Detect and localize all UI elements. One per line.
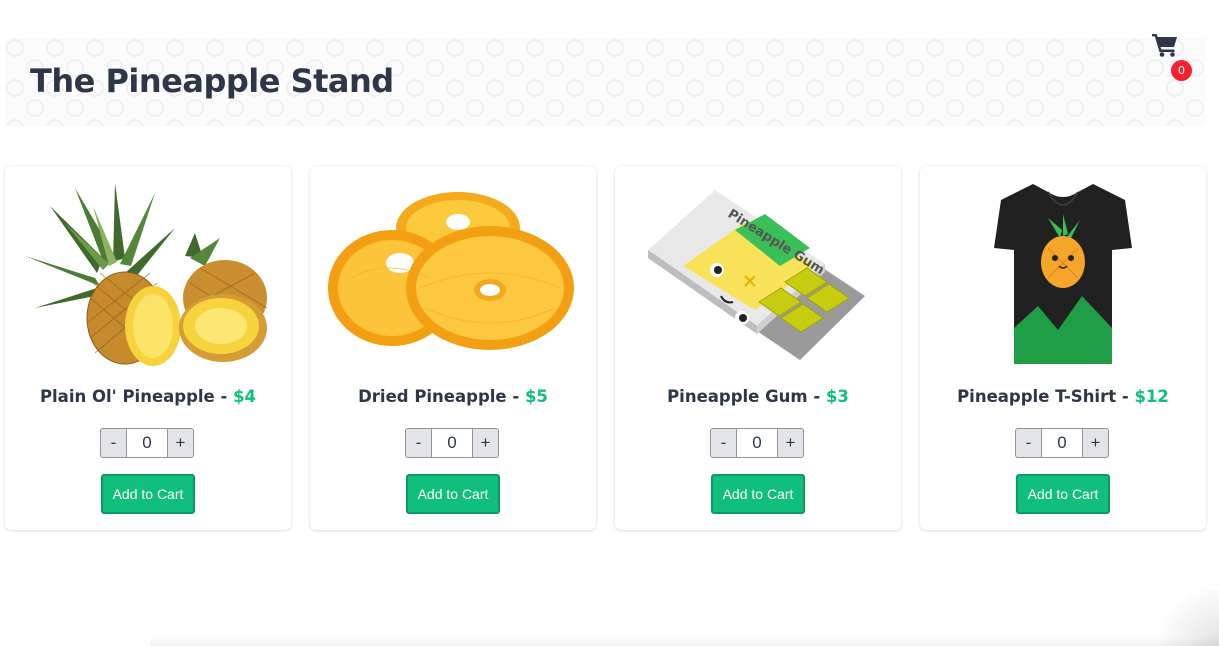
cart-count-badge: 0 bbox=[1171, 60, 1192, 81]
product-name: Pineapple Gum - $3 bbox=[667, 387, 849, 406]
add-to-cart-button[interactable]: Add to Cart bbox=[711, 474, 805, 514]
whole-pineapple-image bbox=[25, 183, 268, 366]
product-price: $5 bbox=[524, 387, 548, 406]
product-card: Dried Pineapple - $5 - 0 + Add to Cart bbox=[310, 166, 596, 530]
dried-pineapple-rings-image bbox=[328, 192, 574, 350]
site-title: The Pineapple Stand bbox=[30, 62, 394, 100]
product-price: $3 bbox=[825, 387, 849, 406]
increment-button[interactable]: + bbox=[472, 428, 499, 458]
increment-button[interactable]: + bbox=[777, 428, 804, 458]
product-card: Plain Ol' Pineapple - $4 - 0 + Add to Ca… bbox=[5, 166, 291, 530]
product-name: Pineapple T-Shirt - $12 bbox=[957, 387, 1169, 406]
quantity-input[interactable]: 0 bbox=[432, 428, 472, 458]
product-card: Pineapple Gum Pineapple Gum - $3 - 0 + A… bbox=[615, 166, 901, 530]
product-price: $4 bbox=[233, 387, 257, 406]
quantity-stepper: - 0 + bbox=[100, 428, 196, 458]
quantity-stepper: - 0 + bbox=[405, 428, 501, 458]
increment-button[interactable]: + bbox=[167, 428, 194, 458]
decrement-button[interactable]: - bbox=[100, 428, 127, 458]
quantity-stepper: - 0 + bbox=[710, 428, 806, 458]
quantity-stepper: - 0 + bbox=[1015, 428, 1111, 458]
shopping-cart-icon[interactable] bbox=[1151, 31, 1179, 57]
add-to-cart-button[interactable]: Add to Cart bbox=[406, 474, 500, 514]
add-to-cart-button[interactable]: Add to Cart bbox=[101, 474, 195, 514]
decrement-button[interactable]: - bbox=[710, 428, 737, 458]
quantity-input[interactable]: 0 bbox=[1042, 428, 1082, 458]
corner-shadow bbox=[1150, 590, 1219, 646]
quantity-input[interactable]: 0 bbox=[127, 428, 167, 458]
quantity-input[interactable]: 0 bbox=[737, 428, 777, 458]
increment-button[interactable]: + bbox=[1082, 428, 1109, 458]
decrement-button[interactable]: - bbox=[1015, 428, 1042, 458]
product-price: $12 bbox=[1134, 387, 1169, 406]
pineapple-gum-pack-image: Pineapple Gum bbox=[648, 190, 865, 360]
bottom-shadow bbox=[150, 636, 1219, 646]
product-card: Pineapple T-Shirt - $12 - 0 + Add to Car… bbox=[920, 166, 1206, 530]
pineapple-tshirt-image bbox=[994, 184, 1132, 364]
add-to-cart-button[interactable]: Add to Cart bbox=[1016, 474, 1110, 514]
decrement-button[interactable]: - bbox=[405, 428, 432, 458]
product-name: Dried Pineapple - $5 bbox=[358, 387, 548, 406]
site-header: The Pineapple Stand bbox=[5, 38, 1205, 126]
product-name: Plain Ol' Pineapple - $4 bbox=[39, 387, 257, 406]
